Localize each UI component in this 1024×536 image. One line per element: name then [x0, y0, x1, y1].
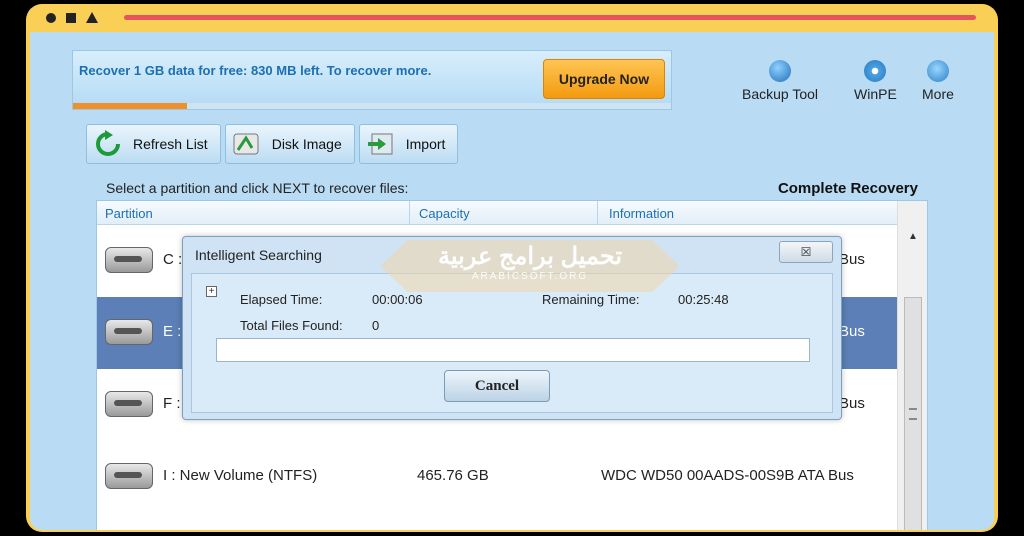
circle-control-icon[interactable]: [46, 12, 56, 23]
header-divider[interactable]: [597, 201, 598, 225]
watermark-main-text: تحميل برامج عربية: [437, 243, 623, 270]
remaining-time-value: 00:25:48: [678, 292, 729, 307]
header-partition[interactable]: Partition: [105, 206, 153, 221]
dialog-title: Intelligent Searching: [195, 247, 322, 263]
frame-titlebar: [26, 4, 998, 32]
refresh-list-label: Refresh List: [133, 136, 208, 152]
promo-text: Recover 1 GB data for free: 830 MB left.…: [79, 63, 432, 78]
backup-tool-label: Backup Tool: [742, 86, 819, 102]
partition-info: Bus: [839, 251, 865, 268]
total-files-label: Total Files Found:: [240, 318, 343, 333]
dialog-body: + Elapsed Time: 00:00:06 Remaining Time:…: [191, 273, 833, 413]
free-quota-progress: [73, 103, 671, 109]
app-window: Recover 1 GB data for free: 830 MB left.…: [30, 32, 994, 530]
refresh-icon: [96, 130, 120, 156]
disk-image-icon: [233, 133, 259, 155]
import-icon: [367, 133, 393, 155]
partition-info: WDC WD50 00AADS-00S9B ATA Bus: [601, 467, 854, 484]
header-divider[interactable]: [409, 201, 410, 225]
winpe-label: WinPE: [854, 86, 897, 102]
mode-title: Complete Recovery: [777, 180, 918, 197]
search-progress-bar: [216, 338, 810, 362]
more-icon: [926, 60, 949, 82]
cancel-button[interactable]: Cancel: [444, 370, 550, 402]
promo-banner: Recover 1 GB data for free: 830 MB left.…: [72, 50, 672, 110]
disk-image-label: Disk Image: [271, 136, 342, 152]
elapsed-time-label: Elapsed Time:: [240, 292, 323, 307]
partition-capacity: 465.76 GB: [417, 467, 489, 484]
backup-tool-button[interactable]: Backup Tool: [742, 60, 818, 102]
elapsed-time-value: 00:00:06: [372, 292, 423, 307]
backup-icon: [769, 60, 791, 82]
hard-disk-icon: [105, 463, 153, 489]
watermark-logo: تحميل برامج عربية ARABICSOFT.ORG: [380, 240, 680, 292]
disk-image-button[interactable]: Disk Image: [224, 124, 355, 164]
header-capacity[interactable]: Capacity: [419, 206, 470, 221]
window-frame: Recover 1 GB data for free: 830 MB left.…: [26, 4, 998, 532]
total-files-value: 0: [372, 318, 380, 333]
expand-details-icon[interactable]: +: [206, 286, 217, 297]
partition-name: I : New Volume (NTFS): [163, 467, 318, 484]
address-bar-line: [124, 15, 976, 20]
vertical-scrollbar[interactable]: ▲: [897, 201, 927, 530]
instruction-text: Select a partition and click NEXT to rec…: [106, 180, 409, 196]
upgrade-now-button[interactable]: Upgrade Now: [543, 59, 665, 99]
toolbar: Refresh List Disk Image Import: [86, 124, 459, 164]
more-button[interactable]: More: [922, 60, 954, 102]
table-row[interactable]: I : New Volume (NTFS) 465.76 GB WDC WD50…: [97, 441, 897, 513]
scrollbar-grip-icon: [909, 408, 917, 420]
scrollbar-thumb[interactable]: [904, 297, 922, 530]
triangle-control-icon[interactable]: [86, 12, 98, 23]
partition-name: F :: [163, 395, 181, 412]
close-icon: ☒: [800, 245, 812, 259]
partition-name: E :: [163, 323, 182, 340]
dialog-close-button[interactable]: ☒: [779, 241, 833, 263]
disc-icon: [864, 60, 887, 82]
remaining-time-label: Remaining Time:: [542, 292, 640, 307]
partition-name: C :: [163, 251, 183, 268]
watermark-sub-text: ARABICSOFT.ORG: [471, 271, 589, 282]
import-button[interactable]: Import: [358, 124, 459, 164]
hard-disk-icon: [105, 391, 153, 417]
table-header: Partition Capacity Information: [97, 201, 927, 225]
hard-disk-icon: [105, 247, 153, 273]
header-information[interactable]: Information: [609, 206, 674, 221]
free-quota-progress-fill: [73, 103, 187, 109]
refresh-list-button[interactable]: Refresh List: [86, 124, 221, 164]
more-label: More: [922, 86, 954, 102]
partition-info: Bus: [839, 323, 865, 340]
square-control-icon[interactable]: [66, 12, 76, 23]
winpe-button[interactable]: WinPE: [854, 60, 897, 102]
scroll-up-arrow-icon[interactable]: ▲: [908, 231, 918, 242]
hard-disk-icon: [105, 319, 153, 345]
partition-info: Bus: [839, 395, 865, 412]
import-label: Import: [405, 136, 446, 152]
window-controls: [46, 12, 98, 23]
